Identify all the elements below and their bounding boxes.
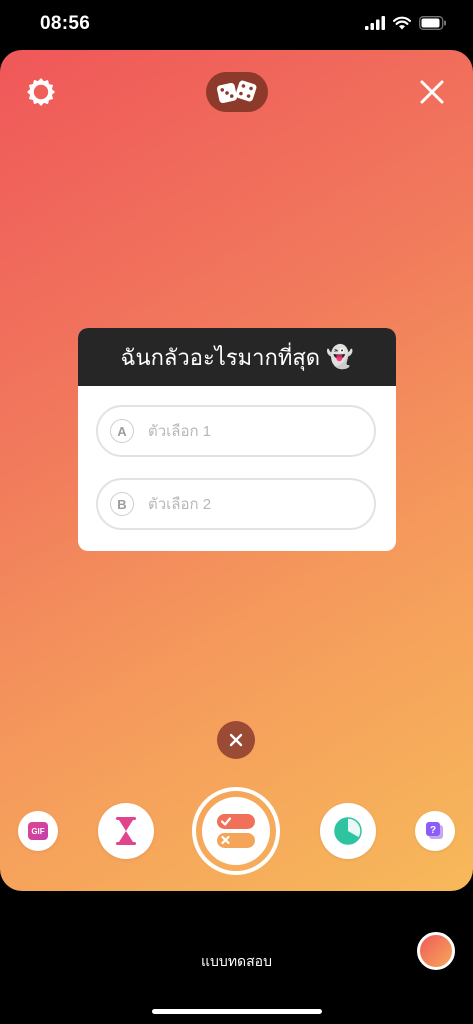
signal-icon xyxy=(365,16,385,30)
home-indicator xyxy=(152,1009,322,1014)
gif-sticker-button[interactable]: GIF xyxy=(18,811,58,851)
remove-sticker-button[interactable] xyxy=(217,721,255,759)
option-letter-b: B xyxy=(110,492,134,516)
option-a-placeholder[interactable]: ตัวเลือก 1 xyxy=(148,419,211,443)
quiz-question[interactable]: ฉันกลัวอะไรมากที่สุด xyxy=(121,340,320,375)
svg-text:?: ? xyxy=(430,825,436,836)
quiz-question-header[interactable]: ฉันกลัวอะไรมากที่สุด 👻 xyxy=(78,328,396,386)
poll-sticker-button[interactable] xyxy=(320,803,376,859)
status-icons xyxy=(365,16,447,30)
option-b-placeholder[interactable]: ตัวเลือก 2 xyxy=(148,492,211,516)
ghost-emoji: 👻 xyxy=(326,344,354,369)
settings-button[interactable] xyxy=(26,77,56,107)
status-time: 08:56 xyxy=(40,13,91,34)
randomize-dice-button[interactable] xyxy=(206,72,268,112)
gif-icon: GIF xyxy=(28,822,48,840)
close-icon xyxy=(420,80,444,104)
hourglass-icon xyxy=(116,817,136,845)
quiz-capture-button[interactable] xyxy=(192,787,280,875)
wifi-icon xyxy=(393,16,411,30)
dice-icon xyxy=(216,80,257,104)
quiz-option-b[interactable]: B ตัวเลือก 2 xyxy=(96,478,376,530)
status-bar: 08:56 xyxy=(0,0,473,50)
story-canvas[interactable]: ฉันกลัวอะไรมากที่สุด 👻 A ตัวเลือก 1 B ตั… xyxy=(0,50,473,891)
color-picker-button[interactable] xyxy=(417,932,455,970)
quiz-option-a[interactable]: A ตัวเลือก 1 xyxy=(96,405,376,457)
quiz-sticker[interactable]: ฉันกลัวอะไรมากที่สุด 👻 A ตัวเลือก 1 B ตั… xyxy=(78,328,396,551)
mode-label: แบบทดสอบ xyxy=(201,953,272,969)
poll-icon xyxy=(334,817,362,845)
quiz-mode-inner xyxy=(202,797,270,865)
close-icon xyxy=(229,733,243,747)
settings-icon xyxy=(27,78,55,106)
close-button[interactable] xyxy=(419,79,445,105)
quiz-icon xyxy=(217,814,255,848)
countdown-sticker-button[interactable] xyxy=(98,803,154,859)
question-sticker-icon: ? xyxy=(426,822,443,839)
question-sticker-button[interactable]: ? xyxy=(415,811,455,851)
battery-icon xyxy=(419,16,446,30)
option-letter-a: A xyxy=(110,419,134,443)
